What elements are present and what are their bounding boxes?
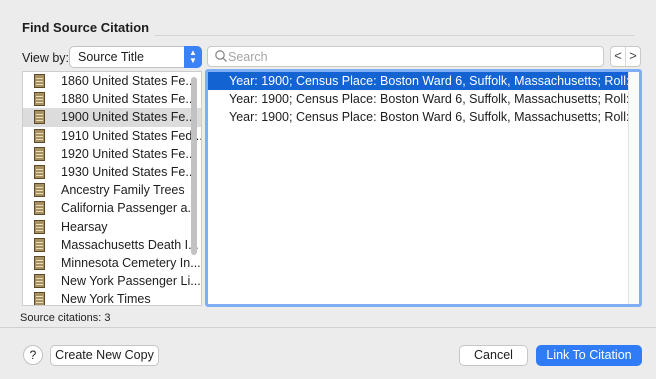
source-book-icon [34, 201, 45, 216]
source-list-item[interactable]: 1900 United States Fe... [23, 108, 201, 127]
source-list-item[interactable]: New York Passenger Li... [23, 272, 201, 290]
source-book-icon [34, 146, 45, 161]
source-list-item-label: 1900 United States Fe... [61, 110, 196, 125]
citation-list-item[interactable]: Year: 1900; Census Place: Boston Ward 6,… [208, 90, 639, 108]
source-list-item[interactable]: New York Times [23, 290, 201, 306]
source-list-scrollbar[interactable] [191, 77, 197, 255]
next-button[interactable]: > [626, 47, 640, 66]
source-list-item[interactable]: 1860 United States Fe... [23, 72, 201, 90]
previous-button[interactable]: < [611, 47, 626, 66]
source-list-item-label: New York Times [61, 292, 151, 306]
link-to-citation-button[interactable]: Link To Citation [536, 345, 642, 366]
source-list-item-label: New York Passenger Li... [61, 274, 201, 289]
search-input[interactable] [228, 49, 598, 64]
source-list-item-label: 1860 United States Fe... [61, 74, 196, 88]
search-icon [215, 50, 227, 62]
status-text: Source citations: 3 [20, 312, 111, 324]
help-button[interactable]: ? [23, 345, 43, 365]
source-book-icon [34, 74, 45, 88]
cancel-button[interactable]: Cancel [459, 345, 528, 366]
search-field[interactable] [207, 46, 604, 67]
source-book-icon [34, 183, 45, 198]
source-list-item[interactable]: 1910 United States Fed... [23, 127, 201, 145]
source-list-item[interactable]: California Passenger a... [23, 199, 201, 217]
source-list-item-label: 1880 United States Fe... [61, 92, 196, 107]
source-book-icon [34, 164, 45, 179]
source-list-item[interactable]: 1920 United States Fe... [23, 145, 201, 163]
chevron-up-down-icon: ▲ ▼ [184, 46, 202, 68]
view-by-label: View by: [22, 51, 70, 65]
footer-divider [0, 327, 656, 328]
source-list-item[interactable]: Ancestry Family Trees [23, 181, 201, 199]
citation-list-item[interactable]: Year: 1900; Census Place: Boston Ward 6,… [208, 72, 639, 90]
source-list-item-label: Ancestry Family Trees [61, 183, 185, 198]
citation-scrollbar[interactable] [628, 72, 639, 304]
source-list-item-label: Minnesota Cemetery In... [61, 255, 201, 270]
view-by-select[interactable]: Source Title ▲ ▼ [69, 46, 202, 68]
source-list-item-label: 1930 United States Fe... [61, 164, 196, 179]
citation-list[interactable]: Year: 1900; Census Place: Boston Ward 6,… [205, 69, 642, 307]
source-list-item[interactable]: Hearsay [23, 218, 201, 236]
source-book-icon [34, 110, 45, 125]
source-list-item[interactable]: 1930 United States Fe... [23, 163, 201, 181]
source-book-icon [34, 292, 45, 305]
source-book-icon [34, 219, 45, 234]
source-book-icon [34, 255, 45, 270]
source-list[interactable]: 1860 United States Fe... 1880 United Stat… [22, 71, 202, 306]
source-list-item[interactable]: Massachusetts Death I... [23, 236, 201, 254]
source-list-item-label: 1910 United States Fed... [61, 128, 202, 143]
view-by-value: Source Title [78, 50, 145, 64]
source-book-icon [34, 274, 45, 289]
citation-list-item[interactable]: Year: 1900; Census Place: Boston Ward 6,… [208, 108, 639, 126]
source-list-item-label: 1920 United States Fe... [61, 146, 196, 161]
create-new-copy-button[interactable]: Create New Copy [50, 345, 159, 366]
source-book-icon [34, 128, 45, 143]
source-book-icon [34, 237, 45, 252]
source-list-item[interactable]: Minnesota Cemetery In... [23, 254, 201, 272]
source-list-item[interactable]: 1880 United States Fe... [23, 90, 201, 108]
source-book-icon [34, 92, 45, 107]
source-list-item-label: Hearsay [61, 219, 108, 234]
source-list-item-label: California Passenger a... [61, 201, 198, 216]
nav-buttons: < > [610, 46, 641, 67]
source-list-item-label: Massachusetts Death I... [61, 237, 199, 252]
dialog-title: Find Source Citation [22, 20, 150, 35]
title-divider [155, 35, 634, 36]
